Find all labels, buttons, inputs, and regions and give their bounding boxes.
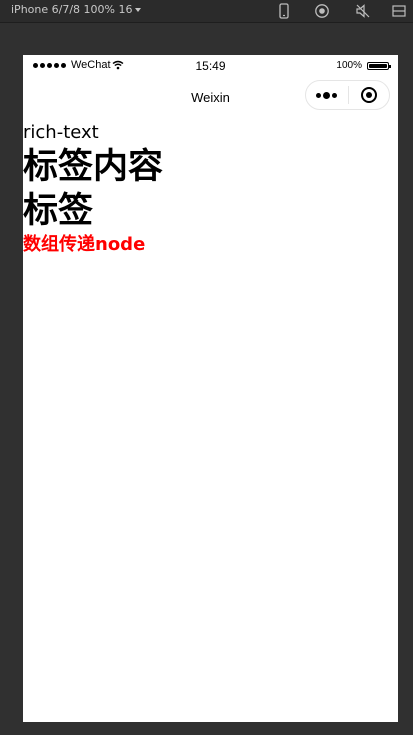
array-node-text: 数组传递node <box>23 234 146 255</box>
rich-text-label: rich-text <box>23 122 99 143</box>
devtools-toolbar: iPhone 6/7/8 100% 16 <box>0 0 413 23</box>
navigation-bar: Weixin <box>23 77 398 119</box>
battery-percent: 100% <box>336 60 362 71</box>
mute-icon[interactable] <box>355 3 371 19</box>
detach-icon[interactable] <box>391 3 407 19</box>
record-icon[interactable] <box>314 3 330 19</box>
battery-icon <box>367 62 391 70</box>
page-content: rich-text 标签内容 标签 数组传递node <box>23 119 398 257</box>
status-bar: WeChat 15:49 100% <box>23 55 398 77</box>
menu-capsule <box>305 80 390 110</box>
battery-fill <box>369 64 387 68</box>
phone-screen: WeChat 15:49 100% Weixin rich-text 标签内容 … <box>23 55 398 722</box>
phone-icon[interactable] <box>276 3 292 19</box>
device-selector[interactable]: iPhone 6/7/8 100% 16 <box>11 3 142 16</box>
caret-down-icon <box>135 8 142 12</box>
more-icon[interactable] <box>306 81 348 109</box>
rich-text-heading-1: 标签内容 <box>23 147 164 187</box>
close-target-icon[interactable] <box>348 81 389 109</box>
device-label: iPhone 6/7/8 100% 16 <box>11 3 133 16</box>
rich-text-heading-2: 标签 <box>23 191 94 231</box>
